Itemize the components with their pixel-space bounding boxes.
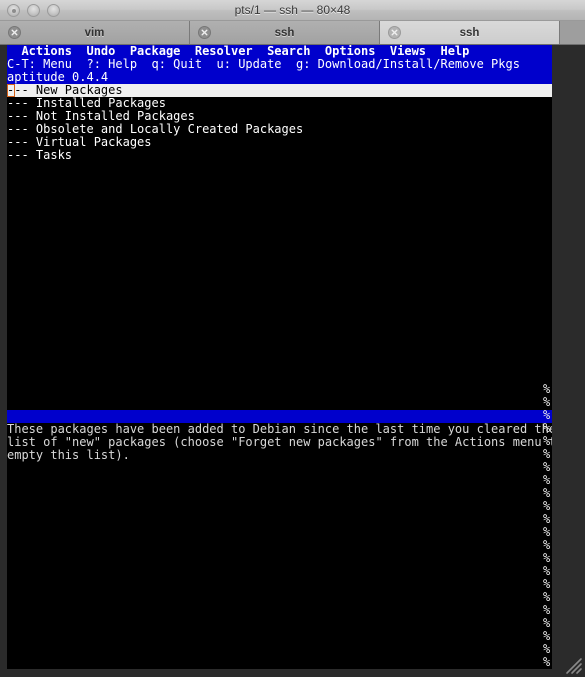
close-icon[interactable] bbox=[8, 26, 21, 39]
terminal-area: Actions Undo Package Resolver Search Opt… bbox=[0, 45, 585, 677]
package-tree[interactable]: --- New Packages --- Installed Packages … bbox=[7, 84, 552, 162]
tab-ssh-2[interactable]: ssh bbox=[380, 21, 560, 44]
scroll-indicator-column[interactable]: % % % % % % % % % % % % % % % % % % % % … bbox=[543, 383, 552, 669]
tree-row-tasks[interactable]: --- Tasks bbox=[7, 149, 552, 162]
tab-label: ssh bbox=[459, 26, 480, 39]
close-icon[interactable] bbox=[198, 26, 211, 39]
tab-vim[interactable]: vim bbox=[0, 21, 190, 44]
tab-label: ssh bbox=[274, 26, 295, 39]
window-title: pts/1 — ssh — 80×48 bbox=[234, 3, 351, 17]
text-cursor bbox=[7, 84, 15, 97]
tab-label: vim bbox=[84, 26, 105, 39]
close-icon[interactable] bbox=[388, 26, 401, 39]
tab-ssh-1[interactable]: ssh bbox=[190, 21, 380, 44]
tab-bar: vim ssh ssh bbox=[0, 21, 585, 45]
description-line: empty this list). bbox=[7, 448, 130, 462]
resize-grip[interactable] bbox=[561, 653, 583, 675]
aptitude-screen[interactable]: Actions Undo Package Resolver Search Opt… bbox=[7, 45, 552, 669]
tree-empty-space bbox=[7, 162, 552, 410]
description-pane: These packages have been added to Debian… bbox=[7, 423, 552, 462]
tree-row-virtual-packages[interactable]: --- Virtual Packages bbox=[7, 136, 552, 149]
title-bar[interactable]: pts/1 — ssh — 80×48 bbox=[0, 0, 585, 21]
terminal-window: pts/1 — ssh — 80×48 vim ssh ssh Actions … bbox=[0, 0, 585, 677]
